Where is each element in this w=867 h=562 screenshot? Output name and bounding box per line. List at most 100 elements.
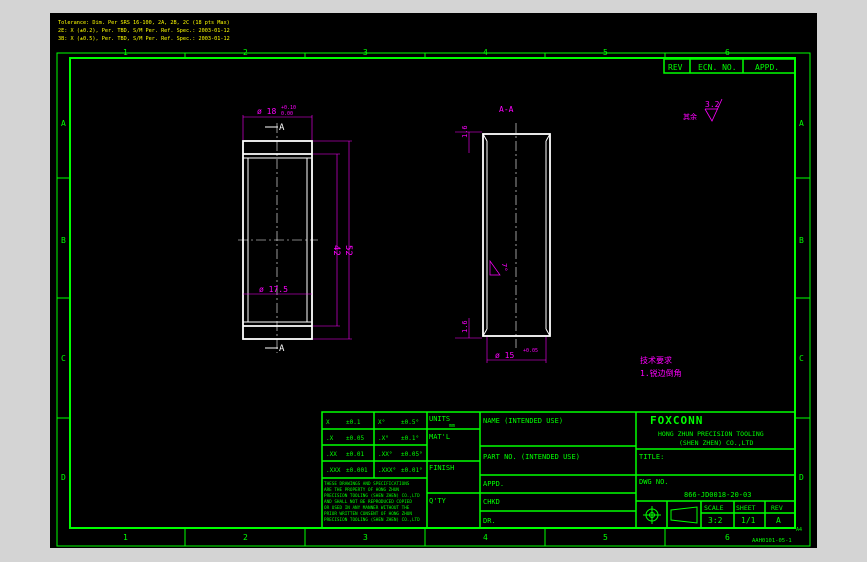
notes-title: 技术要求 [640, 355, 672, 365]
tol-lin-2: .X [326, 435, 334, 442]
svg-text:AND SHALL NOT BE REPRODUCED CO: AND SHALL NOT BE REPRODUCED COPIED [324, 499, 412, 505]
zone-col-6-top: 6 [725, 48, 730, 57]
zone-col-3-top: 3 [363, 48, 368, 57]
surface-finish-value: 3.2 [705, 100, 720, 109]
tol-ang-4: .XXX° [378, 467, 396, 474]
dwg-no-label: DWG NO. [639, 478, 669, 486]
zone-col-3-bottom: 3 [363, 533, 368, 542]
scale-label: SCALE [704, 504, 724, 512]
inner-border [69, 57, 796, 529]
tol-ang-tol-1: ±0.5° [401, 419, 419, 426]
tol-lin-3: .XX [326, 451, 337, 458]
dr-label: DR. [483, 517, 496, 525]
svg-text:PRIOR WRITTEN CONSENT OF HONG: PRIOR WRITTEN CONSENT OF HONG ZHUN [324, 511, 412, 517]
matl-label: MAT'L [429, 433, 450, 441]
disclaimer-text: THESE DRAWINGS AND SPECIFICATIONS ARE TH… [324, 481, 420, 523]
section-title: A-A [499, 105, 514, 114]
company-name-1: HONG ZHUN PRECISION TOOLING [658, 430, 764, 438]
dim-len-52: 52 [343, 245, 353, 256]
zone-row-d-right: D [799, 473, 804, 482]
zone-col-4-top: 4 [483, 48, 488, 57]
finish-label: FINISH [429, 464, 454, 472]
dim-dia-18: ø 18 [257, 107, 276, 116]
sheet-label: SHEET [736, 504, 756, 512]
svg-text:OR USED IN ANY MANNER WITHOUT: OR USED IN ANY MANNER WITHOUT THE [324, 505, 410, 511]
zone-row-c-left: C [61, 354, 66, 363]
tol-lin-4: .XXX [326, 467, 341, 474]
tol-ang-tol-2: ±0.1° [401, 435, 419, 442]
units-value: mm [449, 423, 455, 429]
zone-row-a-left: A [61, 119, 66, 128]
zone-col-4-bottom: 4 [483, 533, 488, 542]
tol-lin-tol-4: ±0.001 [346, 467, 368, 474]
zone-row-b-left: B [61, 236, 66, 245]
rev-value: A [776, 516, 781, 525]
svg-text:ARE THE PROPERTY OF HONG ZHUN: ARE THE PROPERTY OF HONG ZHUN [324, 487, 399, 493]
tol-ang-tol-4: ±0.01° [401, 467, 423, 474]
dim-dia-15: ø 15 [495, 351, 514, 360]
zone-col-1-bottom: 1 [123, 533, 128, 542]
tol-ang-3: .XX° [378, 451, 392, 458]
surface-finish-label: 其余 [683, 112, 697, 121]
rev-header: REV [668, 63, 683, 72]
dim-dia-18-tol-lower: 0.00 [281, 111, 293, 117]
paper-size: A4 [796, 527, 802, 533]
surface-finish-symbol: 3.2 其余 [683, 98, 723, 122]
rev-label: REV [771, 504, 783, 512]
notes-line-1: 1.锐边倒角 [640, 368, 682, 378]
left-view: ø 18 +0.10 0.00 A A ø 17.5 42 52 [238, 105, 353, 354]
dim-chamfer-bottom: 1.6 [461, 320, 469, 333]
part-no-label: PART NO. (INTENDED USE) [483, 453, 580, 461]
header-note-1: Tolerance: Dim. Per SRS 16-100, 2A, 2B, … [58, 20, 230, 26]
outer-frame [56, 52, 811, 547]
dim-dia-15-tol: +0.05 [523, 348, 538, 354]
header-note-3: 3B: X (±0.5), Per. TBD, S/M Per. Ref. Sp… [58, 36, 230, 42]
tol-ang-2: .X° [378, 435, 389, 442]
qty-label: Q'TY [429, 497, 447, 505]
tol-lin-tol-3: ±0.01 [346, 451, 364, 458]
tol-ang-tol-3: ±0.05° [401, 451, 423, 458]
dim-len-42: 42 [331, 245, 341, 256]
zone-col-2-bottom: 2 [243, 533, 248, 542]
dim-chamfer-top: 1.6 [461, 125, 469, 138]
zone-col-1-top: 1 [123, 48, 128, 57]
appd-label: APPD. [483, 480, 504, 488]
zone-col-6-bottom: 6 [725, 533, 730, 542]
zone-ticks [57, 53, 810, 546]
company-name-2: (SHEN ZHEN) CO.,LTD [679, 439, 753, 447]
dwg-no-value: 866-JD0018-20-03 [684, 491, 751, 499]
zone-row-d-left: D [61, 473, 66, 482]
drawing-sheet: Tolerance: Dim. Per SRS 16-100, 2A, 2B, … [50, 13, 817, 548]
name-label: NAME (INTENDED USE) [483, 417, 563, 425]
appd-header: APPD. [755, 63, 779, 72]
dim-dia-17-5: ø 17.5 [259, 285, 288, 294]
zone-row-b-right: B [799, 236, 804, 245]
sheet-value: 1/1 [741, 516, 756, 525]
drawing-canvas: Tolerance: Dim. Per SRS 16-100, 2A, 2B, … [56, 20, 811, 547]
zone-col-2-top: 2 [243, 48, 248, 57]
tol-ang-1: X° [378, 419, 385, 426]
dim-angle: 7° [500, 263, 508, 271]
part-outline-right [482, 133, 551, 337]
tol-lin-tol-2: ±0.05 [346, 435, 364, 442]
svg-text:PRECISION TOOLING (SHEN ZHEN): PRECISION TOOLING (SHEN ZHEN) CO.,LTD [324, 517, 420, 523]
tol-lin-tol-1: ±0.1 [346, 419, 361, 426]
title-label: TITLE: [639, 453, 664, 461]
units-label: UNITS [429, 415, 450, 423]
zone-row-a-right: A [799, 119, 804, 128]
section-mark-bottom: A [279, 344, 285, 354]
header-note-2: 2E: X (±0.2), Per. TBD, S/M Per. Ref. Sp… [58, 28, 230, 34]
svg-text:PRECISION TOOLING (SHEN ZHEN): PRECISION TOOLING (SHEN ZHEN) CO.,LTD [324, 493, 420, 499]
scale-value: 3:2 [708, 516, 723, 525]
zone-col-5-top: 5 [603, 48, 608, 57]
tol-lin-1: X [326, 419, 330, 426]
ecn-header: ECN. NO. [698, 63, 737, 72]
form-number: AAH0101-05-1 [752, 538, 792, 544]
revision-block: REV ECN. NO. APPD. [663, 58, 796, 74]
section-mark-top: A [279, 123, 285, 133]
brand-logo: FOXCONN [650, 414, 703, 427]
chkd-label: CHKD [483, 498, 500, 506]
projection-symbol-icon [643, 506, 698, 524]
zone-col-5-bottom: 5 [603, 533, 608, 542]
svg-text:THESE DRAWINGS AND SPECIFICATI: THESE DRAWINGS AND SPECIFICATIONS [324, 481, 410, 487]
